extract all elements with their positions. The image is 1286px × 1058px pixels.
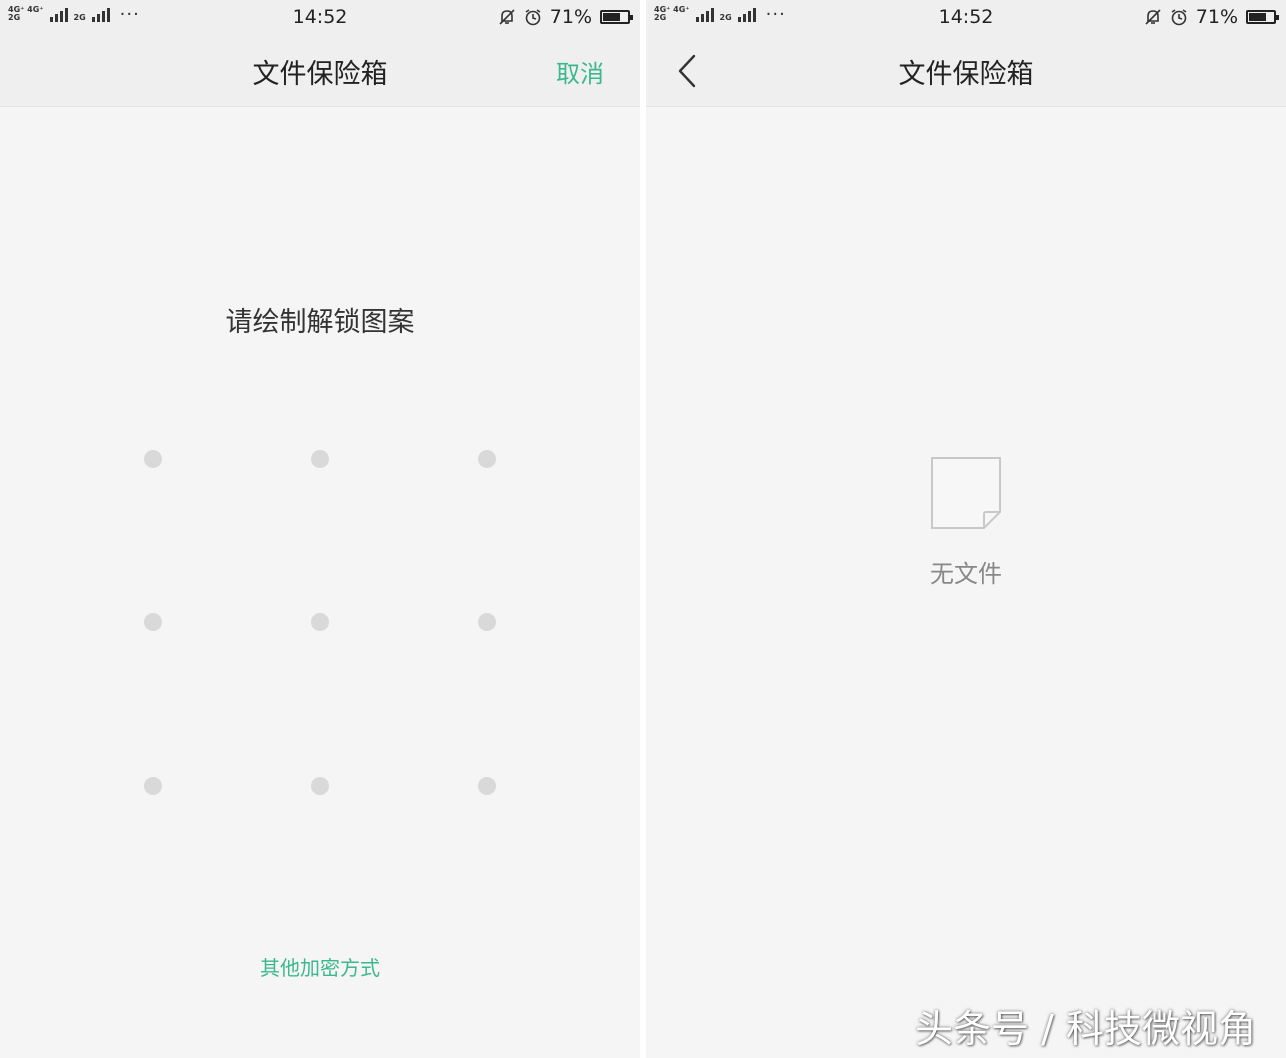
battery-percent: 71% <box>1195 6 1238 28</box>
bell-off-icon <box>1145 9 1161 25</box>
pattern-dot[interactable] <box>144 777 162 795</box>
battery-icon <box>1246 10 1279 24</box>
status-right: 71% <box>1144 6 1279 28</box>
pattern-dot[interactable] <box>311 450 329 468</box>
status-bar: 4G⁺ 4G⁺ 2G 2G ··· 14:52 71% <box>0 0 640 34</box>
page-title: 文件保险箱 <box>898 59 1034 90</box>
title-bar: 文件保险箱 取消 <box>0 34 640 107</box>
page-title: 文件保险箱 <box>252 59 388 90</box>
pattern-dot[interactable] <box>144 450 162 468</box>
pattern-dot[interactable] <box>311 613 329 631</box>
status-bar: 4G⁺ 4G⁺ 2G 2G ··· 14:52 71% <box>646 0 1286 34</box>
other-encryption-methods-link[interactable]: 其他加密方式 <box>0 952 640 981</box>
lock-screen: 4G⁺ 4G⁺ 2G 2G ··· 14:52 71% 文件保险箱 取消 请绘制… <box>0 0 640 1058</box>
pattern-dot[interactable] <box>144 613 162 631</box>
pattern-dot[interactable] <box>311 777 329 795</box>
vault-screen: 4G⁺ 4G⁺ 2G 2G ··· 14:52 71% 文件保险箱 无文件 头条… <box>646 0 1286 1058</box>
alarm-icon <box>1171 9 1187 26</box>
battery-percent: 71% <box>549 6 592 28</box>
cancel-button[interactable]: 取消 <box>556 54 604 89</box>
pattern-dot[interactable] <box>478 450 496 468</box>
status-right: 71% <box>498 6 633 28</box>
blank-document-icon <box>931 457 1001 529</box>
battery-icon <box>600 10 633 24</box>
empty-state-text: 无文件 <box>930 560 1002 588</box>
pattern-dot[interactable] <box>478 613 496 631</box>
alarm-icon <box>525 9 541 26</box>
title-bar: 文件保险箱 <box>646 34 1286 107</box>
watermark: 头条号 / 科技微视角 <box>915 1007 1256 1051</box>
pattern-prompt: 请绘制解锁图案 <box>225 307 415 338</box>
pattern-dot[interactable] <box>478 777 496 795</box>
bell-off-icon <box>499 9 515 25</box>
